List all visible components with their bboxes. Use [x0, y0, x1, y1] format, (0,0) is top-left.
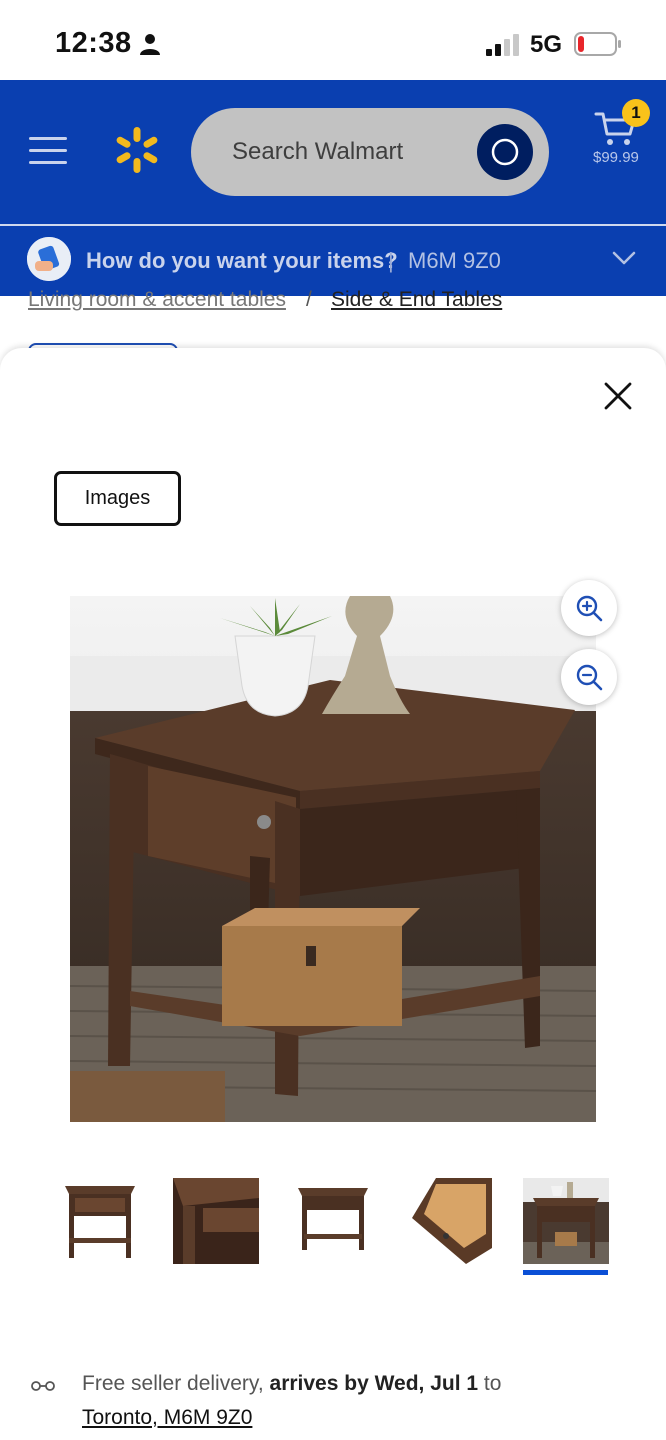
thumbnail-2[interactable] [173, 1178, 259, 1264]
close-icon[interactable] [600, 378, 636, 414]
zoom-out-button[interactable] [561, 649, 617, 705]
delivery-separator: | [388, 248, 394, 273]
status-time: 12:38 [55, 27, 132, 59]
delivery-location-link[interactable]: Toronto, M6M 9Z0 [82, 1406, 252, 1430]
zoom-out-icon [576, 664, 603, 691]
battery-icon [574, 32, 621, 56]
network-label: 5G [530, 31, 563, 58]
chevron-down-icon[interactable] [612, 250, 636, 266]
zoom-in-button[interactable] [561, 580, 617, 636]
delivery-info-suffix: to [478, 1372, 502, 1395]
delivery-info: Free seller delivery, arrives by Wed, Ju… [82, 1372, 501, 1396]
person-icon [140, 34, 160, 55]
delivery-avatar [27, 237, 71, 281]
search-placeholder: Search Walmart [232, 138, 404, 165]
delivery-info-prefix: Free seller delivery, [82, 1372, 270, 1395]
selected-thumbnail-indicator [523, 1270, 608, 1275]
breadcrumb-item-side-end-tables[interactable]: Side & End Tables [331, 288, 502, 312]
main-product-image [70, 596, 596, 1122]
page: 12:38 5G Search Walmart 1 $99.99 How do … [0, 0, 666, 1440]
thumbnail-3[interactable] [290, 1178, 376, 1264]
delivery-info-date: arrives by Wed, Jul 1 [269, 1372, 479, 1395]
thumbnail-4[interactable] [406, 1178, 492, 1264]
delivery-truck-icon [31, 1381, 55, 1391]
breadcrumb-item-living-room[interactable]: Living room & accent tables [28, 288, 286, 312]
breadcrumb-separator: / [306, 288, 312, 311]
delivery-postal-code: M6M 9Z0 [408, 248, 501, 273]
cart-total: $99.99 [593, 149, 639, 166]
menu-icon[interactable] [29, 137, 67, 165]
delivery-question: How do you want your items? [86, 248, 398, 273]
cart-count-badge: 1 [622, 99, 650, 127]
search-icon [491, 138, 519, 166]
spark-icon[interactable] [112, 125, 162, 175]
signal-icon [486, 34, 519, 56]
thumbnail-5[interactable] [523, 1178, 609, 1264]
zoom-in-icon [576, 595, 603, 622]
tab-images[interactable]: Images [54, 471, 181, 526]
search-button[interactable] [477, 124, 533, 180]
thumbnail-1[interactable] [57, 1178, 143, 1264]
